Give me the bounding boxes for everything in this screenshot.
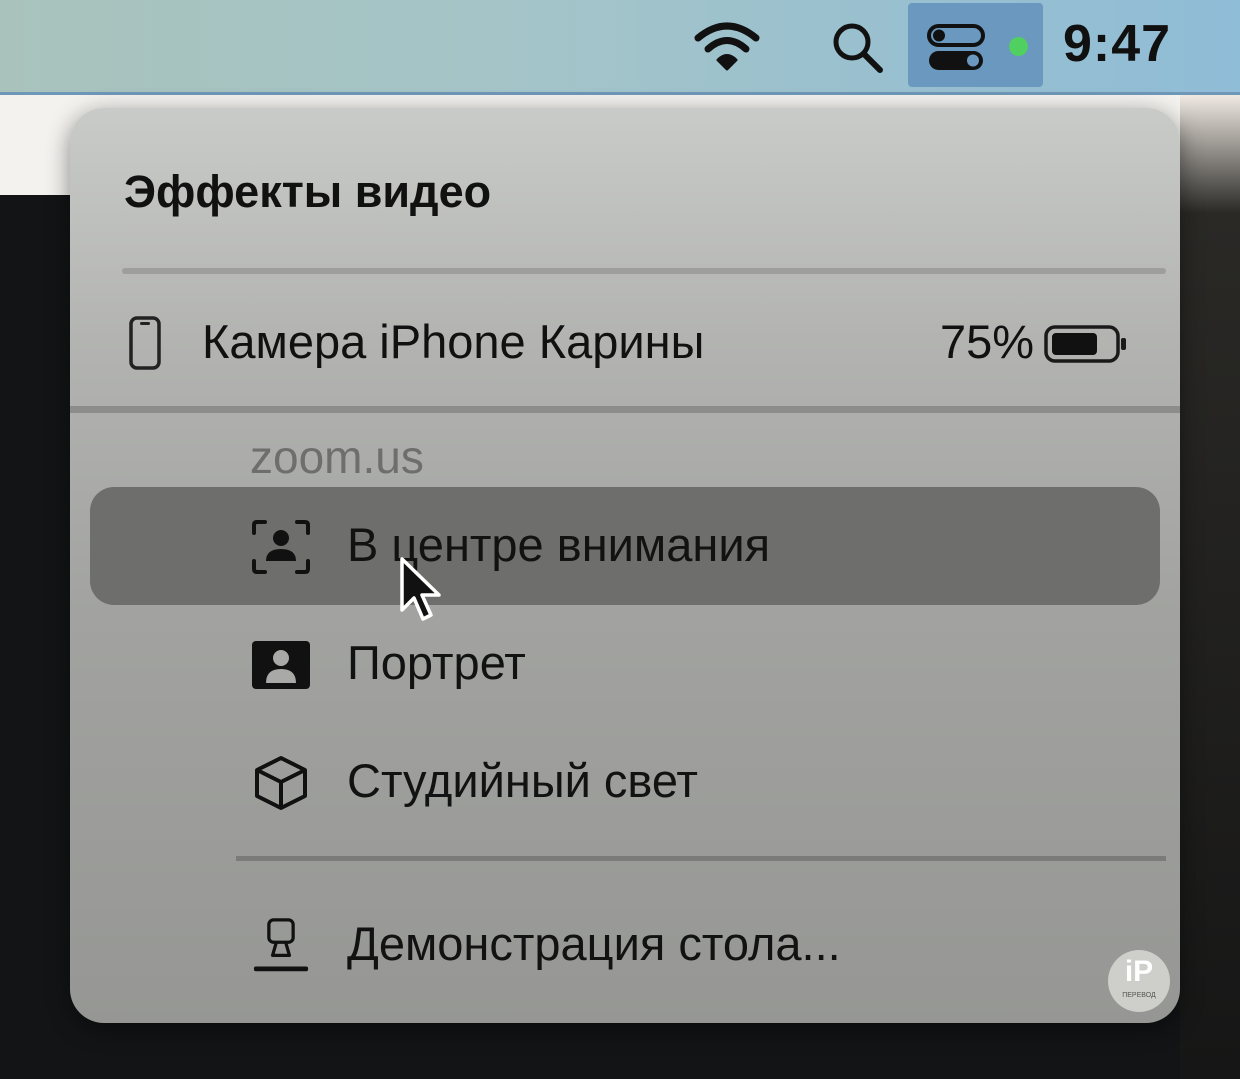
camera-in-use-indicator <box>1009 37 1028 56</box>
desk-view-divider <box>236 856 1166 861</box>
search-icon[interactable] <box>830 20 884 74</box>
center-stage-icon <box>252 520 310 574</box>
device-name: Камера iPhone Карины <box>202 315 705 368</box>
portrait-icon <box>252 641 310 689</box>
desk-view-icon <box>253 918 309 972</box>
video-effects-panel: Эффекты видео Камера iPhone Карины 75% z… <box>70 108 1180 1023</box>
title-divider <box>122 268 1166 274</box>
menu-item-studio-light[interactable]: Студийный свет <box>90 723 1160 841</box>
device-row: Камера iPhone Карины 75% <box>70 288 1180 398</box>
battery-icon <box>1044 325 1126 363</box>
watermark-sub: ПЕРЕВОД <box>1122 992 1156 999</box>
menu-item-label: Демонстрация стола... <box>347 917 841 970</box>
battery-percentage: 75% <box>940 315 1035 368</box>
watermark-logo: iP ПЕРЕВОД <box>1108 950 1170 1012</box>
watermark-main: iP <box>1124 955 1154 988</box>
menu-item-label: Портрет <box>347 636 526 689</box>
menu-item-label: Студийный свет <box>347 754 698 807</box>
mouse-cursor-icon <box>400 557 441 621</box>
background-edge <box>1180 95 1240 1079</box>
studio-light-icon <box>255 756 307 810</box>
app-label: zoom.us <box>250 431 424 483</box>
wifi-icon[interactable] <box>694 20 760 72</box>
iphone-icon <box>129 316 161 370</box>
menu-bar-clock[interactable]: 9:47 <box>1063 14 1171 74</box>
menu-bar: 9:47 <box>0 0 1240 95</box>
menu-item-portrait[interactable]: Портрет <box>90 605 1160 723</box>
device-divider <box>70 406 1180 413</box>
panel-title: Эффекты видео <box>124 166 492 217</box>
menu-item-desk-view[interactable]: Демонстрация стола... <box>90 886 1160 1004</box>
menu-item-center-stage[interactable]: В центре внимания <box>90 487 1160 605</box>
control-center-icon[interactable] <box>926 22 986 74</box>
